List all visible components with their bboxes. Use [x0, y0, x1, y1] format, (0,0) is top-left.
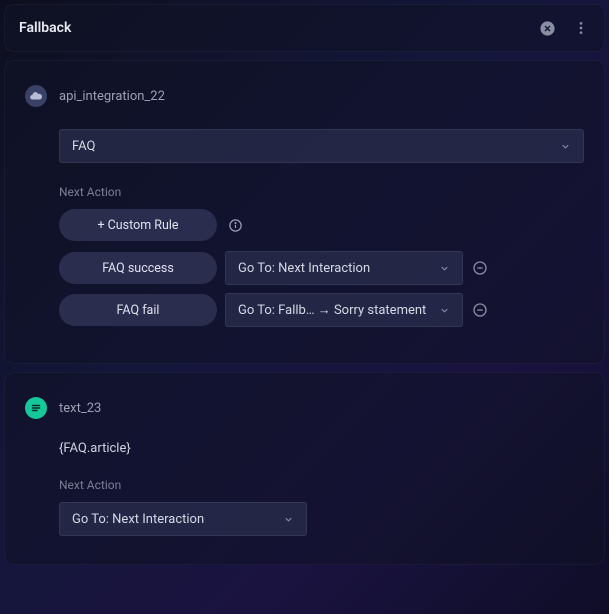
remove-rule-icon[interactable]	[471, 301, 489, 319]
node-title: api_integration_22	[59, 89, 165, 104]
chevron-down-icon	[439, 305, 450, 316]
chevron-down-icon	[560, 141, 571, 152]
custom-rule-button[interactable]: + Custom Rule	[59, 209, 217, 241]
cloud-icon	[25, 85, 47, 107]
next-action-label: Next Action	[59, 185, 584, 199]
rule-row: FAQ success Go To: Next Interaction	[59, 251, 584, 285]
rule-condition-pill[interactable]: FAQ fail	[59, 294, 217, 326]
chevron-down-icon	[439, 263, 450, 274]
text-content: {FAQ.article}	[59, 441, 584, 456]
faq-select[interactable]: FAQ	[59, 129, 584, 163]
remove-rule-icon[interactable]	[471, 259, 489, 277]
faq-select-value: FAQ	[72, 139, 95, 154]
rule-condition-pill[interactable]: FAQ success	[59, 252, 217, 284]
chevron-down-icon	[283, 514, 294, 525]
flow-title: Fallback	[19, 20, 522, 36]
close-circle-icon[interactable]	[538, 19, 556, 37]
rule-action-select[interactable]: Go To: Fallb… → Sorry statement	[225, 293, 463, 327]
flow-header: Fallback	[4, 4, 605, 52]
node-title: text_23	[59, 401, 101, 416]
node-header: text_23	[25, 397, 584, 419]
rule-row: FAQ fail Go To: Fallb… → Sorry statement	[59, 293, 584, 327]
text-lines-icon	[25, 397, 47, 419]
rule-action-select[interactable]: Go To: Next Interaction	[225, 251, 463, 285]
more-vert-icon[interactable]	[572, 19, 590, 37]
next-action-label: Next Action	[59, 478, 584, 492]
node-text: text_23 {FAQ.article} Next Action Go To:…	[4, 372, 605, 565]
node-api-integration: api_integration_22 FAQ Next Action + Cus…	[4, 60, 605, 364]
info-icon[interactable]	[227, 217, 243, 233]
node-header: api_integration_22	[25, 85, 584, 107]
next-action-select[interactable]: Go To: Next Interaction	[59, 502, 307, 536]
